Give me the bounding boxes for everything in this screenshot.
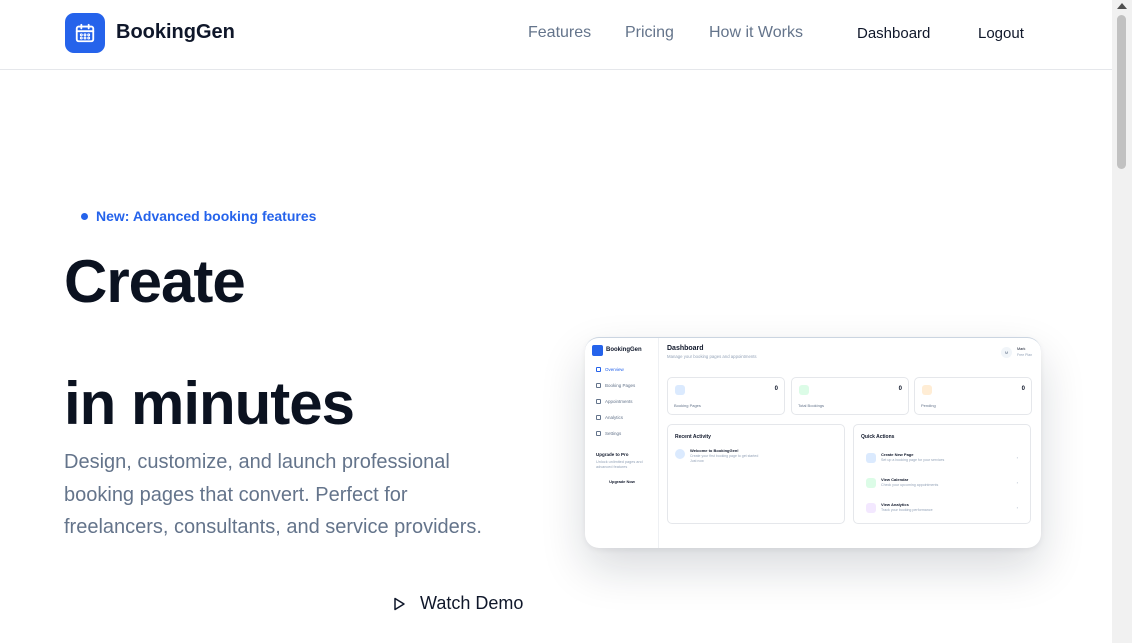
scroll-up-arrow-icon[interactable] [1117, 3, 1127, 9]
file-icon [675, 385, 685, 395]
quick-action-calendar: View Calendar Check your upcoming appoin… [862, 474, 1022, 494]
preview-nav-analytics: Analytics [596, 415, 623, 420]
activity-desc: Create your first booking page to get st… [690, 454, 759, 463]
nav-pricing[interactable]: Pricing [625, 24, 674, 42]
preview-upgrade-title: Upgrade to Pro [596, 452, 629, 457]
preview-nav-booking-pages: Booking Pages [596, 383, 635, 388]
quick-action-create: Create New Page Set up a booking page fo… [862, 449, 1022, 469]
dashboard-button[interactable]: Dashboard [857, 25, 930, 42]
gear-icon [596, 431, 601, 436]
preview-user-name: Mark [1017, 347, 1026, 351]
dashboard-preview: BookingGen Overview Booking Pages Appoin… [585, 337, 1041, 548]
preview-user-plan: Free Plan [1017, 353, 1033, 357]
preview-nav-settings: Settings [596, 431, 621, 436]
preview-sidebar: BookingGen Overview Booking Pages Appoin… [585, 338, 659, 548]
stat-card-total-bookings: 0 Total Bookings [791, 377, 909, 415]
dot-icon [81, 212, 88, 220]
stat-label: Pending [921, 403, 936, 408]
hero-subtitle: Design, customize, and launch profession… [64, 451, 482, 538]
calendar-icon [799, 385, 809, 395]
play-icon [394, 597, 405, 610]
logo[interactable] [65, 13, 105, 53]
nav-how-it-works[interactable]: How it Works [709, 24, 803, 42]
stat-label: Booking Pages [674, 403, 701, 408]
stat-value: 0 [898, 386, 902, 392]
file-icon [596, 383, 601, 388]
check-icon [675, 449, 685, 459]
chart-icon [596, 415, 601, 420]
quick-actions-panel: Quick Actions Create New Page Set up a b… [853, 424, 1031, 524]
stat-value: 0 [1021, 386, 1025, 392]
calendar-icon [592, 345, 603, 356]
site-header: BookingGen Features Pricing How it Works… [0, 0, 1112, 70]
stat-card-pending: 0 Pending [914, 377, 1032, 415]
watch-demo-label[interactable]: Watch Demo [420, 593, 523, 614]
chevron-right-icon: › [1016, 455, 1018, 460]
preview-title: Dashboard [667, 345, 704, 352]
badge-text: New: Advanced booking features [96, 208, 317, 224]
preview-desc: Manage your booking pages and appointmen… [667, 354, 757, 359]
avatar: M [1001, 347, 1012, 358]
quick-action-analytics: View Analytics Track your booking perfor… [862, 499, 1022, 519]
preview-upgrade-desc: Unlock unlimited pages and advanced feat… [596, 460, 643, 469]
calendar-icon [75, 23, 95, 43]
chevron-right-icon: › [1016, 480, 1018, 485]
preview-upgrade-button: Upgrade Now [609, 479, 635, 484]
feature-badge: New: Advanced booking features [81, 208, 316, 224]
stat-card-booking-pages: 0 Booking Pages [667, 377, 785, 415]
calendar-icon [866, 478, 876, 488]
nav-features[interactable]: Features [528, 24, 591, 42]
hero-title-line-2: in minutes [64, 370, 355, 437]
preview-nav-overview: Overview [596, 367, 624, 372]
plus-icon [866, 453, 876, 463]
calendar-icon [596, 399, 601, 404]
activity-title: Welcome to BookingGen! [690, 448, 739, 453]
recent-activity-panel: Recent Activity Welcome to BookingGen! C… [667, 424, 845, 524]
stat-value: 0 [774, 386, 778, 392]
chevron-right-icon: › [1016, 505, 1018, 510]
clock-icon [922, 385, 932, 395]
chart-icon [866, 503, 876, 513]
stat-label: Total Bookings [798, 403, 825, 408]
overview-icon [596, 367, 601, 372]
panel-title: Recent Activity [675, 434, 711, 440]
scroll-thumb[interactable] [1117, 15, 1126, 169]
panel-title: Quick Actions [861, 434, 895, 440]
brand-name[interactable]: BookingGen [116, 21, 235, 44]
logout-button[interactable]: Logout [978, 25, 1024, 42]
page-scrollbar[interactable] [1112, 0, 1132, 643]
hero-title-line-1: Create [64, 248, 246, 315]
watch-demo-button[interactable]: Watch Demo [392, 593, 523, 614]
preview-brand: BookingGen [606, 347, 642, 353]
preview-nav-appointments: Appointments [596, 399, 633, 404]
